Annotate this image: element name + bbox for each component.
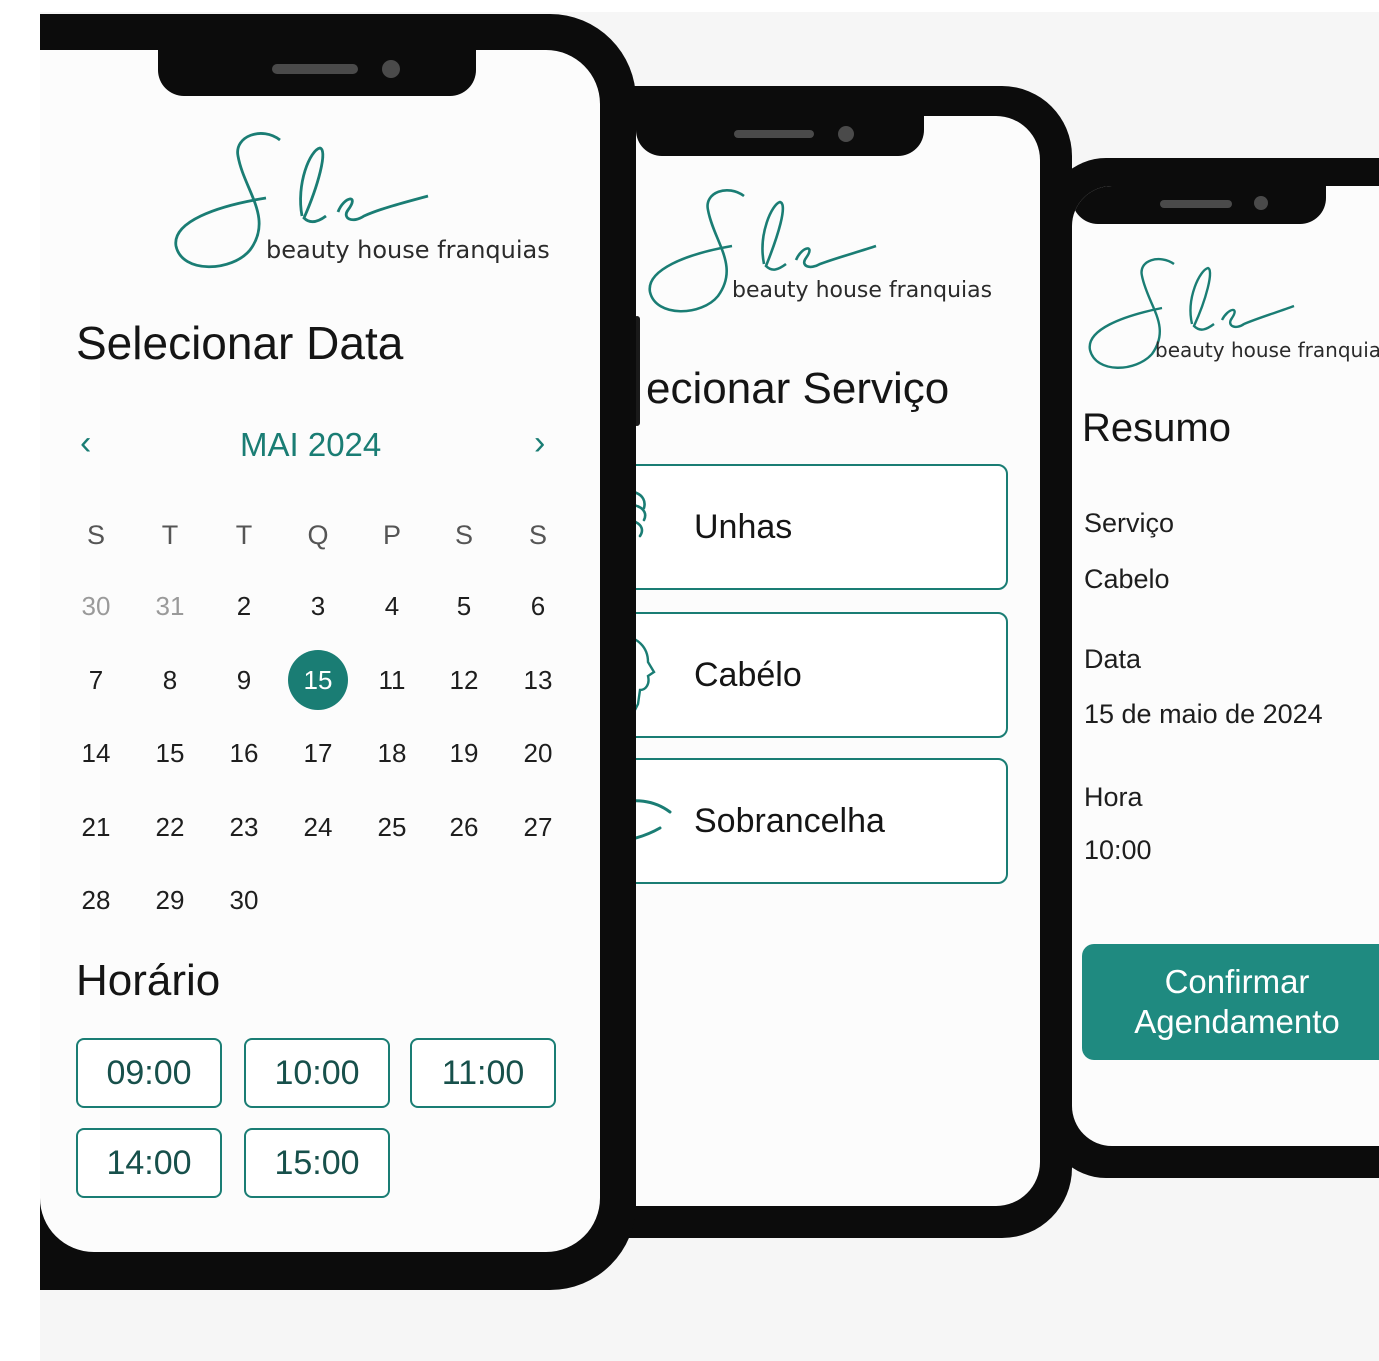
calendar-day[interactable]: 25 [362, 797, 422, 857]
calendar-day[interactable]: 3 [288, 576, 348, 636]
phone-date: beauty house franquias Selecionar Data ‹… [40, 14, 636, 1290]
logo-text: beauty house franquias [732, 278, 993, 303]
month-label: MAI 2024 [240, 426, 382, 463]
service-card-nails[interactable]: Unhas [636, 464, 1008, 590]
confirm-line2: Agendamento [1134, 1003, 1340, 1040]
camera [1254, 196, 1268, 210]
calendar-day[interactable]: 23 [214, 797, 274, 857]
date-title: Selecionar Data [76, 317, 404, 369]
brand-logo: beauty house franquias [170, 120, 590, 280]
calendar-day[interactable]: 27 [508, 797, 568, 857]
calendar-day[interactable]: 13 [508, 650, 568, 710]
weekday-label: P [382, 520, 401, 550]
hand-icon [636, 486, 668, 571]
weekday-label: T [235, 520, 253, 550]
confirm-booking-button[interactable]: Confirmar Agendamento [1082, 944, 1379, 1060]
phone-summary: beauty house franquias Resumo Serviço Ca… [1042, 158, 1379, 1178]
weekday-label: S [528, 520, 547, 550]
weekday-label: T [161, 520, 179, 550]
face-profile-icon [636, 632, 668, 727]
speaker [1160, 200, 1232, 208]
calendar-day[interactable]: 16 [214, 723, 274, 783]
phone-service: beauty house franquias ecionar Serviço U… [590, 86, 1072, 1238]
logo-text: beauty house franquias [1155, 338, 1379, 362]
calendar-day[interactable]: 22 [140, 797, 200, 857]
calendar-day[interactable]: 29 [140, 870, 200, 930]
calendar-day[interactable]: 12 [434, 650, 494, 710]
time-label: Hora [1084, 782, 1143, 812]
calendar-day[interactable]: 19 [434, 723, 494, 783]
weekday-label: Q [307, 520, 329, 550]
calendar-day[interactable]: 30 [66, 576, 126, 636]
camera [382, 60, 400, 78]
service-label-hair: Cabélo [694, 655, 802, 694]
calendar-day[interactable]: 21 [66, 797, 126, 857]
time-slot-button[interactable]: 11:00 [410, 1038, 556, 1108]
chevron-right-icon[interactable]: › [534, 426, 545, 460]
calendar-day[interactable]: 26 [434, 797, 494, 857]
calendar-day[interactable]: 4 [362, 576, 422, 636]
calendar-day[interactable]: 28 [66, 870, 126, 930]
weekday-label: S [454, 520, 473, 550]
calendar-day[interactable]: 30 [214, 870, 274, 930]
calendar-day[interactable]: 18 [362, 723, 422, 783]
calendar-day[interactable]: 14 [66, 723, 126, 783]
calendar-day[interactable]: 20 [508, 723, 568, 783]
date-value: 15 de maio de 2024 [1084, 699, 1323, 729]
calendar-day[interactable]: 24 [288, 797, 348, 857]
time-slot-button[interactable]: 09:00 [76, 1038, 222, 1108]
brand-logo: beauty house franquias [1082, 246, 1379, 376]
chevron-left-icon[interactable]: ‹ [80, 426, 91, 460]
calendar-day[interactable]: 8 [140, 650, 200, 710]
calendar-day[interactable]: 7 [66, 650, 126, 710]
date-label: Data [1084, 644, 1142, 674]
calendar-day[interactable]: 11 [362, 650, 422, 710]
time-title: Horário [76, 956, 221, 1005]
service-card-hair[interactable]: Cabélo [636, 612, 1008, 738]
service-screen: beauty house franquias ecionar Serviço U… [636, 116, 1040, 1206]
calendar-day-selected[interactable]: 15 [288, 650, 348, 710]
notch [636, 116, 924, 156]
date-screen: beauty house franquias Selecionar Data ‹… [40, 50, 600, 1252]
time-slot-button[interactable]: 14:00 [76, 1128, 222, 1198]
eye-icon [636, 794, 678, 859]
service-card-eyebrow[interactable]: Sobrancelha [636, 758, 1008, 884]
service-title: ecionar Serviço [646, 364, 950, 413]
summary-title: Resumo [1082, 406, 1231, 450]
brand-logo: beauty house franquias [646, 176, 1040, 326]
camera [838, 126, 854, 142]
calendar-day[interactable]: 31 [140, 576, 200, 636]
time-value: 10:00 [1084, 835, 1152, 865]
calendar-day[interactable]: 15 [140, 723, 200, 783]
calendar-day[interactable]: 2 [214, 576, 274, 636]
weekday-label: S [86, 520, 105, 550]
logo-text: beauty house franquias [266, 236, 550, 264]
calendar-day[interactable]: 17 [288, 723, 348, 783]
calendar-day[interactable]: 5 [434, 576, 494, 636]
confirm-line1: Confirmar [1164, 963, 1310, 1001]
speaker [272, 64, 358, 74]
calendar-day[interactable]: 6 [508, 576, 568, 636]
calendar-day[interactable]: 9 [214, 650, 274, 710]
service-label: Serviço [1084, 508, 1175, 538]
time-slot-button[interactable]: 10:00 [244, 1038, 390, 1108]
service-label-eyebrow: Sobrancelha [694, 801, 885, 840]
time-slot-button[interactable]: 15:00 [244, 1128, 390, 1198]
notch [158, 50, 476, 96]
notch [1072, 186, 1326, 224]
service-value: Cabelo [1084, 564, 1170, 594]
service-label-nails: Unhas [694, 507, 793, 546]
speaker [734, 130, 814, 138]
summary-screen: beauty house franquias Resumo Serviço Ca… [1072, 186, 1379, 1146]
logo-script-icon [648, 189, 877, 313]
